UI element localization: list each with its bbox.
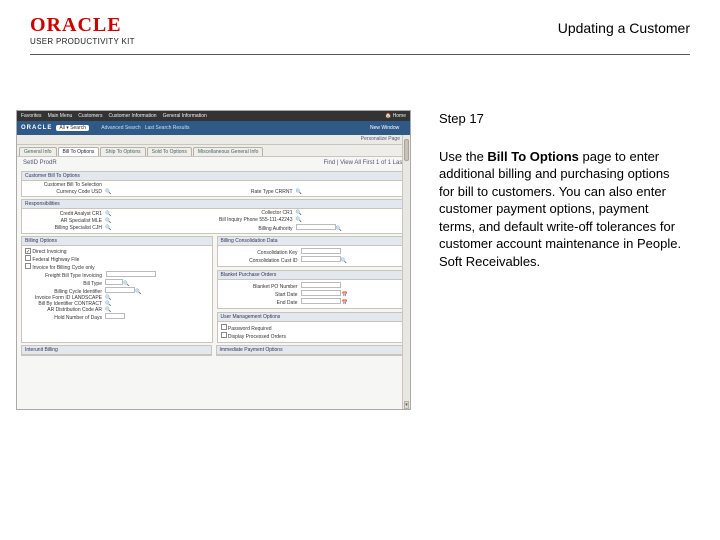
step-label: Step 17 (439, 110, 686, 128)
section-bar[interactable]: Responsibilities (22, 200, 405, 209)
section-bar[interactable]: Customer Bill To Options (22, 172, 405, 181)
scroll-down-icon[interactable]: ▾ (404, 401, 409, 409)
input-field[interactable] (105, 279, 123, 285)
section-interunit: Interunit Billing (21, 345, 212, 356)
checkbox[interactable] (25, 263, 31, 269)
help-icon[interactable]: ? (403, 125, 406, 131)
select-field[interactable] (106, 271, 156, 277)
page-header: ORACLE USER PRODUCTIVITY KIT Updating a … (0, 0, 720, 50)
adv-search-link[interactable]: Advanced Search (101, 125, 140, 131)
field-label: End Date (221, 300, 301, 306)
section-bar[interactable]: Interunit Billing (22, 346, 211, 355)
scrollbar[interactable]: ▾ (402, 135, 410, 409)
tab-bar: General Info Bill To Options Ship To Opt… (17, 145, 410, 157)
instruction-pane: Step 17 Use the Bill To Options page to … (411, 110, 700, 410)
input-field[interactable] (301, 256, 341, 262)
find-nav[interactable]: Find | View All First 1 of 1 Last (324, 160, 404, 166)
bold-term: Bill To Options (487, 149, 578, 164)
section-bar[interactable]: Immediate Payment Options (217, 346, 406, 355)
app-topnav: Favorites Main Menu Customers Customer I… (17, 111, 410, 121)
lookup-icon[interactable]: 🔍 (105, 225, 111, 231)
section-user-options: User Management Options Password Require… (217, 312, 407, 343)
input-field[interactable] (105, 287, 135, 293)
input-field[interactable] (301, 290, 341, 296)
product-name: USER PRODUCTIVITY KIT (30, 37, 135, 46)
tab-bill-to-options[interactable]: Bill To Options (58, 147, 100, 156)
lookup-icon[interactable]: 🔍 (336, 226, 342, 232)
lookup-icon[interactable]: 🔍 (341, 258, 347, 264)
search-pill[interactable]: All ▾ Search (56, 125, 89, 131)
logo-block: ORACLE USER PRODUCTIVITY KIT (30, 14, 135, 46)
input-field[interactable] (296, 224, 336, 230)
oracle-logo: ORACLE (30, 14, 135, 37)
checkbox[interactable] (221, 332, 227, 338)
lookup-icon[interactable]: 🔍 (105, 189, 111, 195)
section-bar[interactable]: Billing Consolidation Data (218, 237, 406, 246)
app-toolbar: Personalize Page (17, 135, 410, 145)
section-bar[interactable]: Billing Options (22, 237, 212, 246)
field-label: Currency Code USD (25, 189, 105, 195)
page-title: Updating a Customer (558, 20, 690, 36)
input-field[interactable] (301, 298, 341, 304)
field-label: Billing Specialist CJH (25, 225, 105, 231)
nav-item[interactable]: General Information (163, 113, 207, 119)
field-label: AR Specialist MLE (25, 218, 105, 224)
tab-sold-to-options[interactable]: Sold To Options (147, 147, 192, 156)
tab-general-info[interactable]: General Info (19, 147, 57, 156)
field-label: Credit Analyst CR1 (25, 211, 105, 217)
field-label: Rate Type CRRNT (216, 189, 296, 195)
new-window-link[interactable]: New Window (370, 125, 399, 131)
main-content: Favorites Main Menu Customers Customer I… (0, 55, 720, 410)
field-label: Collector CR1 (216, 210, 296, 216)
lookup-icon[interactable]: 🔍 (135, 289, 141, 295)
lookup-icon[interactable]: 🔍 (105, 218, 111, 224)
section-customer-opts: Customer Bill To Options Customer Bill T… (21, 171, 406, 197)
checkbox[interactable] (25, 255, 31, 261)
lookup-icon[interactable]: 🔍 (296, 217, 302, 223)
scroll-thumb[interactable] (404, 139, 409, 161)
app-brandbar: ORACLE All ▾ Search ➤ Advanced Search La… (17, 121, 410, 135)
input-field[interactable] (105, 313, 125, 319)
nav-item[interactable]: Main Menu (48, 113, 73, 119)
tab-misc-general-info[interactable]: Miscellaneous General Info (193, 147, 264, 156)
instruction-text: Use the Bill To Options page to enter ad… (439, 148, 686, 271)
input-field[interactable] (301, 282, 341, 288)
app-screenshot: Favorites Main Menu Customers Customer I… (16, 110, 411, 410)
home-link[interactable]: 🏠 Home (385, 113, 406, 119)
field-label: Bill Inquiry Phone 555-111-42243 (216, 217, 296, 223)
app-brand: ORACLE (21, 125, 52, 131)
tab-ship-to-options[interactable]: Ship To Options (100, 147, 145, 156)
crumb-row: SetID ProdR Find | View All First 1 of 1… (17, 157, 410, 169)
input-field[interactable] (301, 248, 341, 254)
field-label: Display Processed Orders (228, 334, 286, 340)
lookup-icon[interactable]: 🔍 (105, 211, 111, 217)
section-billing-cons: Billing Consolidation Data Consolidation… (217, 236, 407, 267)
section-bar[interactable]: Blanket Purchase Orders (218, 271, 406, 280)
search-go-icon[interactable]: ➤ (93, 125, 97, 131)
section-billing-options: Billing Options ✓ Direct Invoicing Feder… (21, 236, 213, 343)
section-immediate: Immediate Payment Options (216, 345, 407, 356)
section-blanket-po: Blanket Purchase Orders Blanket PO Numbe… (217, 270, 407, 309)
field-label: Billing Authority (216, 226, 296, 232)
section-bar[interactable]: User Management Options (218, 313, 406, 322)
nav-item[interactable]: Customers (78, 113, 102, 119)
field-label: Hold Number of Days (25, 315, 105, 321)
checkbox[interactable]: ✓ (25, 248, 31, 254)
checkbox[interactable] (221, 324, 227, 330)
last-results-link[interactable]: Last Search Results (145, 125, 190, 131)
field-label: Customer Bill To Selection (25, 182, 105, 188)
field-label: Consolidation Cust ID (221, 258, 301, 264)
nav-item[interactable]: Customer Information (108, 113, 156, 119)
nav-item[interactable]: Favorites (21, 113, 42, 119)
breadcrumb: SetID ProdR (23, 160, 57, 166)
lookup-icon[interactable]: 🔍 (296, 189, 302, 195)
lookup-icon[interactable]: 🔍 (296, 210, 302, 216)
section-responsibilities: Responsibilities Credit Analyst CR1🔍 AR … (21, 199, 406, 234)
